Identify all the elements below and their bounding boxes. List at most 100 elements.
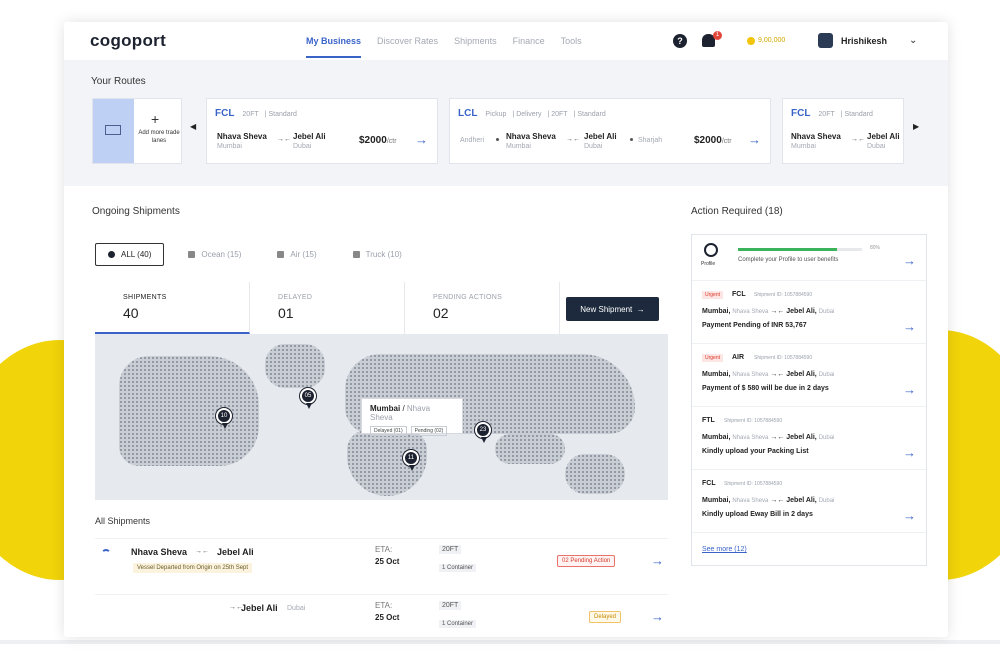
carousel-next-icon[interactable]: ▶ <box>913 122 919 131</box>
profile-completion-text: Complete your Profile to user benefits <box>738 257 839 263</box>
route-destination: Jebel Ali <box>584 132 617 141</box>
table-row[interactable]: Nhava Sheva →← Jebel Ali Vessel Departed… <box>95 538 668 594</box>
route-mode: LCL <box>458 108 478 119</box>
shipment-origin: Nhava Sheva <box>131 547 188 557</box>
route-tag: Pickup <box>485 111 507 118</box>
shipment-id: Shipment ID: 1057884590 <box>724 418 783 424</box>
filter-ocean[interactable]: Ocean (15) <box>176 243 253 266</box>
stat-shipments[interactable]: SHIPMENTS 40 <box>95 282 250 334</box>
map-pin[interactable]: 23 <box>475 422 491 443</box>
tooltip-location: Mumbai / Nhava Sheva <box>370 404 431 422</box>
route-link-icon: →← <box>851 136 865 143</box>
filter-truck[interactable]: Truck (10) <box>341 243 414 266</box>
stat-pending-actions[interactable]: PENDING ACTIONS 02 <box>405 282 560 334</box>
container-count: 1 Container <box>439 564 477 572</box>
action-item[interactable]: FTL Shipment ID: 1057884590 Mumbai, Nhav… <box>692 407 926 470</box>
route-price: $2000/ctr <box>359 135 397 146</box>
add-trade-lane-card[interactable]: + Add more trade lanes <box>92 98 182 164</box>
tooltip-chips: Delayed (01) Pending (02) <box>370 426 454 436</box>
arrow-right-icon[interactable]: → <box>903 319 916 334</box>
arrow-right-icon[interactable]: → <box>748 132 761 147</box>
avatar[interactable] <box>818 33 833 48</box>
arrow-right-icon[interactable]: → <box>903 382 916 397</box>
user-name[interactable]: Hrishikesh <box>841 36 887 46</box>
logo[interactable]: cogoport <box>90 31 166 51</box>
urgent-tag: Urgent <box>702 291 724 299</box>
see-more-link[interactable]: See more (12) <box>702 546 747 553</box>
tooltip-pending: Pending (02) <box>410 426 448 436</box>
your-routes-section: Your Routes + Add more trade lanes ◀ FCL… <box>64 60 948 186</box>
filter-air[interactable]: Air (15) <box>265 243 328 266</box>
eta-label: ETA: <box>375 545 393 554</box>
route-origin: Nhava Sheva <box>506 132 556 141</box>
coin-icon <box>747 37 755 45</box>
action-required-panel: Profile 80% Complete your Profile to use… <box>691 234 927 566</box>
action-item[interactable]: Urgent FCL Shipment ID: 1057884590 Mumba… <box>692 281 926 344</box>
stat-value: 02 <box>433 305 449 321</box>
help-icon[interactable]: ? <box>673 34 687 48</box>
wallet-balance[interactable]: 9,00,000 <box>758 37 785 44</box>
nav-discover-rates[interactable]: Discover Rates <box>377 36 438 46</box>
route-tag: 20FT <box>551 111 568 118</box>
carousel-prev-icon[interactable]: ◀ <box>190 122 196 131</box>
stat-delayed[interactable]: DELAYED 01 <box>250 282 405 334</box>
arrow-right-icon[interactable]: → <box>651 609 664 624</box>
profile-progress-bar <box>738 248 862 251</box>
action-route: Mumbai, Nhava Sheva →← Jebel Ali, Dubai <box>702 434 835 441</box>
route-price: $2000/ctr <box>694 135 732 146</box>
profile-progress-percent: 80% <box>870 245 881 251</box>
map-tooltip: Mumbai / Nhava Sheva Delayed (01) Pendin… <box>361 398 463 436</box>
chevron-down-icon[interactable]: ⌄ <box>909 35 917 46</box>
shipment-id: Shipment ID: 1057884590 <box>754 355 813 361</box>
nav-shipments[interactable]: Shipments <box>454 36 497 46</box>
container-count: 1 Container <box>439 620 477 628</box>
action-required-title: Action Required (18) <box>691 206 783 217</box>
route-tags: FCL 20FT | Standard <box>791 108 873 119</box>
arrow-right-icon[interactable]: → <box>903 253 916 268</box>
route-dot <box>630 138 633 141</box>
urgent-tag: Urgent <box>702 354 724 362</box>
table-row[interactable]: →← Jebel Ali Dubai ETA: 25 Oct 20FT 1 Co… <box>95 594 668 637</box>
eta-value: 25 Oct <box>375 557 400 566</box>
route-tag: 20FT <box>818 111 835 118</box>
arrow-right-icon[interactable]: → <box>415 132 428 147</box>
route-destination: Jebel Ali <box>293 132 326 141</box>
action-item[interactable]: FCL Shipment ID: 1057884590 Mumbai, Nhav… <box>692 470 926 533</box>
plane-icon <box>277 251 285 258</box>
arrow-right-icon[interactable]: → <box>651 553 664 568</box>
map-pin[interactable]: 05 <box>300 388 316 409</box>
route-destination-city: Dubai <box>293 143 312 150</box>
arrow-right-icon[interactable]: → <box>903 445 916 460</box>
container-type: 20FT <box>439 545 462 554</box>
nav-finance[interactable]: Finance <box>513 36 545 46</box>
mode-filters: ALL (40) Ocean (15) Air (15) Truck (10) <box>95 243 426 266</box>
route-origin-city: Mumbai <box>217 143 242 150</box>
route-destination: Jebel Ali <box>867 132 900 141</box>
map-pin[interactable]: 11 <box>403 450 419 471</box>
route-origin-city: Mumbai <box>506 143 531 150</box>
stat-value: 40 <box>123 305 139 321</box>
stat-label: PENDING ACTIONS <box>433 294 503 301</box>
route-destination-city: Dubai <box>584 143 603 150</box>
tooltip-delayed: Delayed (01) <box>370 426 407 436</box>
nav-my-business[interactable]: My Business <box>306 36 362 58</box>
route-card[interactable]: LCL Pickup | Delivery | 20FT | Standard And… <box>449 98 771 164</box>
profile-label: Profile <box>701 261 716 267</box>
action-item[interactable]: Urgent AIR Shipment ID: 1057884590 Mumba… <box>692 344 926 407</box>
route-drop: Sharjah <box>638 137 663 144</box>
ship-icon <box>188 251 196 258</box>
stat-label: SHIPMENTS <box>123 294 167 301</box>
shipment-map[interactable]: 10 05 11 23 Mumbai / Nhava Sheva Delayed… <box>95 334 668 500</box>
route-link-icon: →← <box>566 136 580 143</box>
new-shipment-button[interactable]: New Shipment → <box>566 297 659 321</box>
nav-tools[interactable]: Tools <box>561 36 582 46</box>
route-card[interactable]: FCL 20FT | Standard Nhava Sheva Mumbai →←… <box>782 98 904 164</box>
route-card[interactable]: FCL 20FT | Standard Nhava Sheva Mumbai →←… <box>206 98 438 164</box>
filter-all[interactable]: ALL (40) <box>95 243 165 266</box>
arrow-right-icon[interactable]: → <box>903 508 916 523</box>
eta-label: ETA: <box>375 601 393 610</box>
map-pin[interactable]: 10 <box>216 408 232 429</box>
profile-completion-item[interactable]: Profile 80% Complete your Profile to use… <box>692 235 926 281</box>
plus-icon: + <box>151 111 160 127</box>
shipment-id: Shipment ID: 1057884590 <box>724 481 783 487</box>
